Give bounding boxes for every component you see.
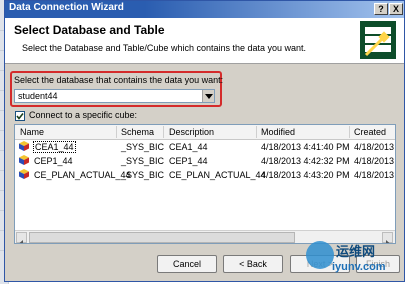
database-dropdown[interactable]: student44 xyxy=(14,89,215,103)
connect-cube-label[interactable]: Connect to a specific cube: xyxy=(29,110,137,120)
cube-description: CEP1_44 xyxy=(169,156,208,166)
close-button[interactable]: X xyxy=(389,3,403,15)
database-plug-icon xyxy=(360,21,396,59)
column-header-created[interactable]: Created xyxy=(354,127,386,137)
cube-description: CEA1_44 xyxy=(169,142,208,152)
cube-name: CEP1_44 xyxy=(34,156,73,166)
watermark-cn-text: 运维网 xyxy=(336,245,376,260)
cube-created: 4/18/2013 4 xyxy=(354,142,395,152)
database-label: Select the database that contains the da… xyxy=(14,75,224,85)
cancel-button[interactable]: Cancel xyxy=(157,255,217,273)
help-button[interactable]: ? xyxy=(374,3,388,15)
column-header-schema[interactable]: Schema xyxy=(121,127,154,137)
cube-schema: _SYS_BIC xyxy=(121,142,165,152)
window-title: Data Connection Wizard xyxy=(9,2,124,13)
cube-icon xyxy=(19,155,29,165)
table-row[interactable]: CEA1_44 _SYS_BIC CEA1_44 4/18/2013 4:41:… xyxy=(15,140,395,154)
column-header-description[interactable]: Description xyxy=(169,127,214,137)
database-selected-value: student44 xyxy=(18,91,58,101)
back-button[interactable]: < Back xyxy=(223,255,283,273)
page-title: Select Database and Table xyxy=(14,23,165,37)
column-header-name[interactable]: Name xyxy=(20,127,44,137)
site-watermark: 运维网 iyunv.com xyxy=(304,237,407,282)
scroll-left-icon[interactable] xyxy=(16,232,27,243)
page-subtitle: Select the Database and Table/Cube which… xyxy=(22,43,307,53)
chevron-down-icon[interactable] xyxy=(202,90,214,102)
column-header-modified[interactable]: Modified xyxy=(261,127,295,137)
cube-created: 4/18/2013 4 xyxy=(354,170,395,180)
cube-modified: 4/18/2013 4:42:32 PM xyxy=(261,156,350,166)
cube-modified: 4/18/2013 4:43:20 PM xyxy=(261,170,350,180)
cube-schema: _SYS_BIC xyxy=(121,156,165,166)
cube-name: CE_PLAN_ACTUAL_44 xyxy=(34,170,131,180)
table-header: Name Schema Description Modified Created xyxy=(15,125,395,140)
cube-icon xyxy=(19,141,29,151)
cube-description: CE_PLAN_ACTUAL_44 xyxy=(169,170,266,180)
table-row[interactable]: CEP1_44 _SYS_BIC CEP1_44 4/18/2013 4:42:… xyxy=(15,154,395,168)
cube-modified: 4/18/2013 4:41:40 PM xyxy=(261,142,350,152)
watermark-en-text: iyunv.com xyxy=(332,261,386,273)
title-bar[interactable]: Data Connection Wizard ? X xyxy=(5,1,404,18)
watermark-logo-icon xyxy=(306,241,334,269)
wizard-header: Select Database and Table Select the Dat… xyxy=(5,18,404,64)
scrollbar-thumb[interactable] xyxy=(29,232,295,243)
table-row[interactable]: CE_PLAN_ACTUAL_44 _SYS_BIC CE_PLAN_ACTUA… xyxy=(15,168,395,182)
cube-icon xyxy=(19,169,29,179)
cube-name: CEA1_44 xyxy=(33,141,76,153)
cube-table: Name Schema Description Modified Created… xyxy=(14,124,396,244)
cube-created: 4/18/2013 4 xyxy=(354,156,395,166)
cube-schema: _SYS_BIC xyxy=(121,170,165,180)
connect-cube-checkbox[interactable] xyxy=(15,111,25,121)
